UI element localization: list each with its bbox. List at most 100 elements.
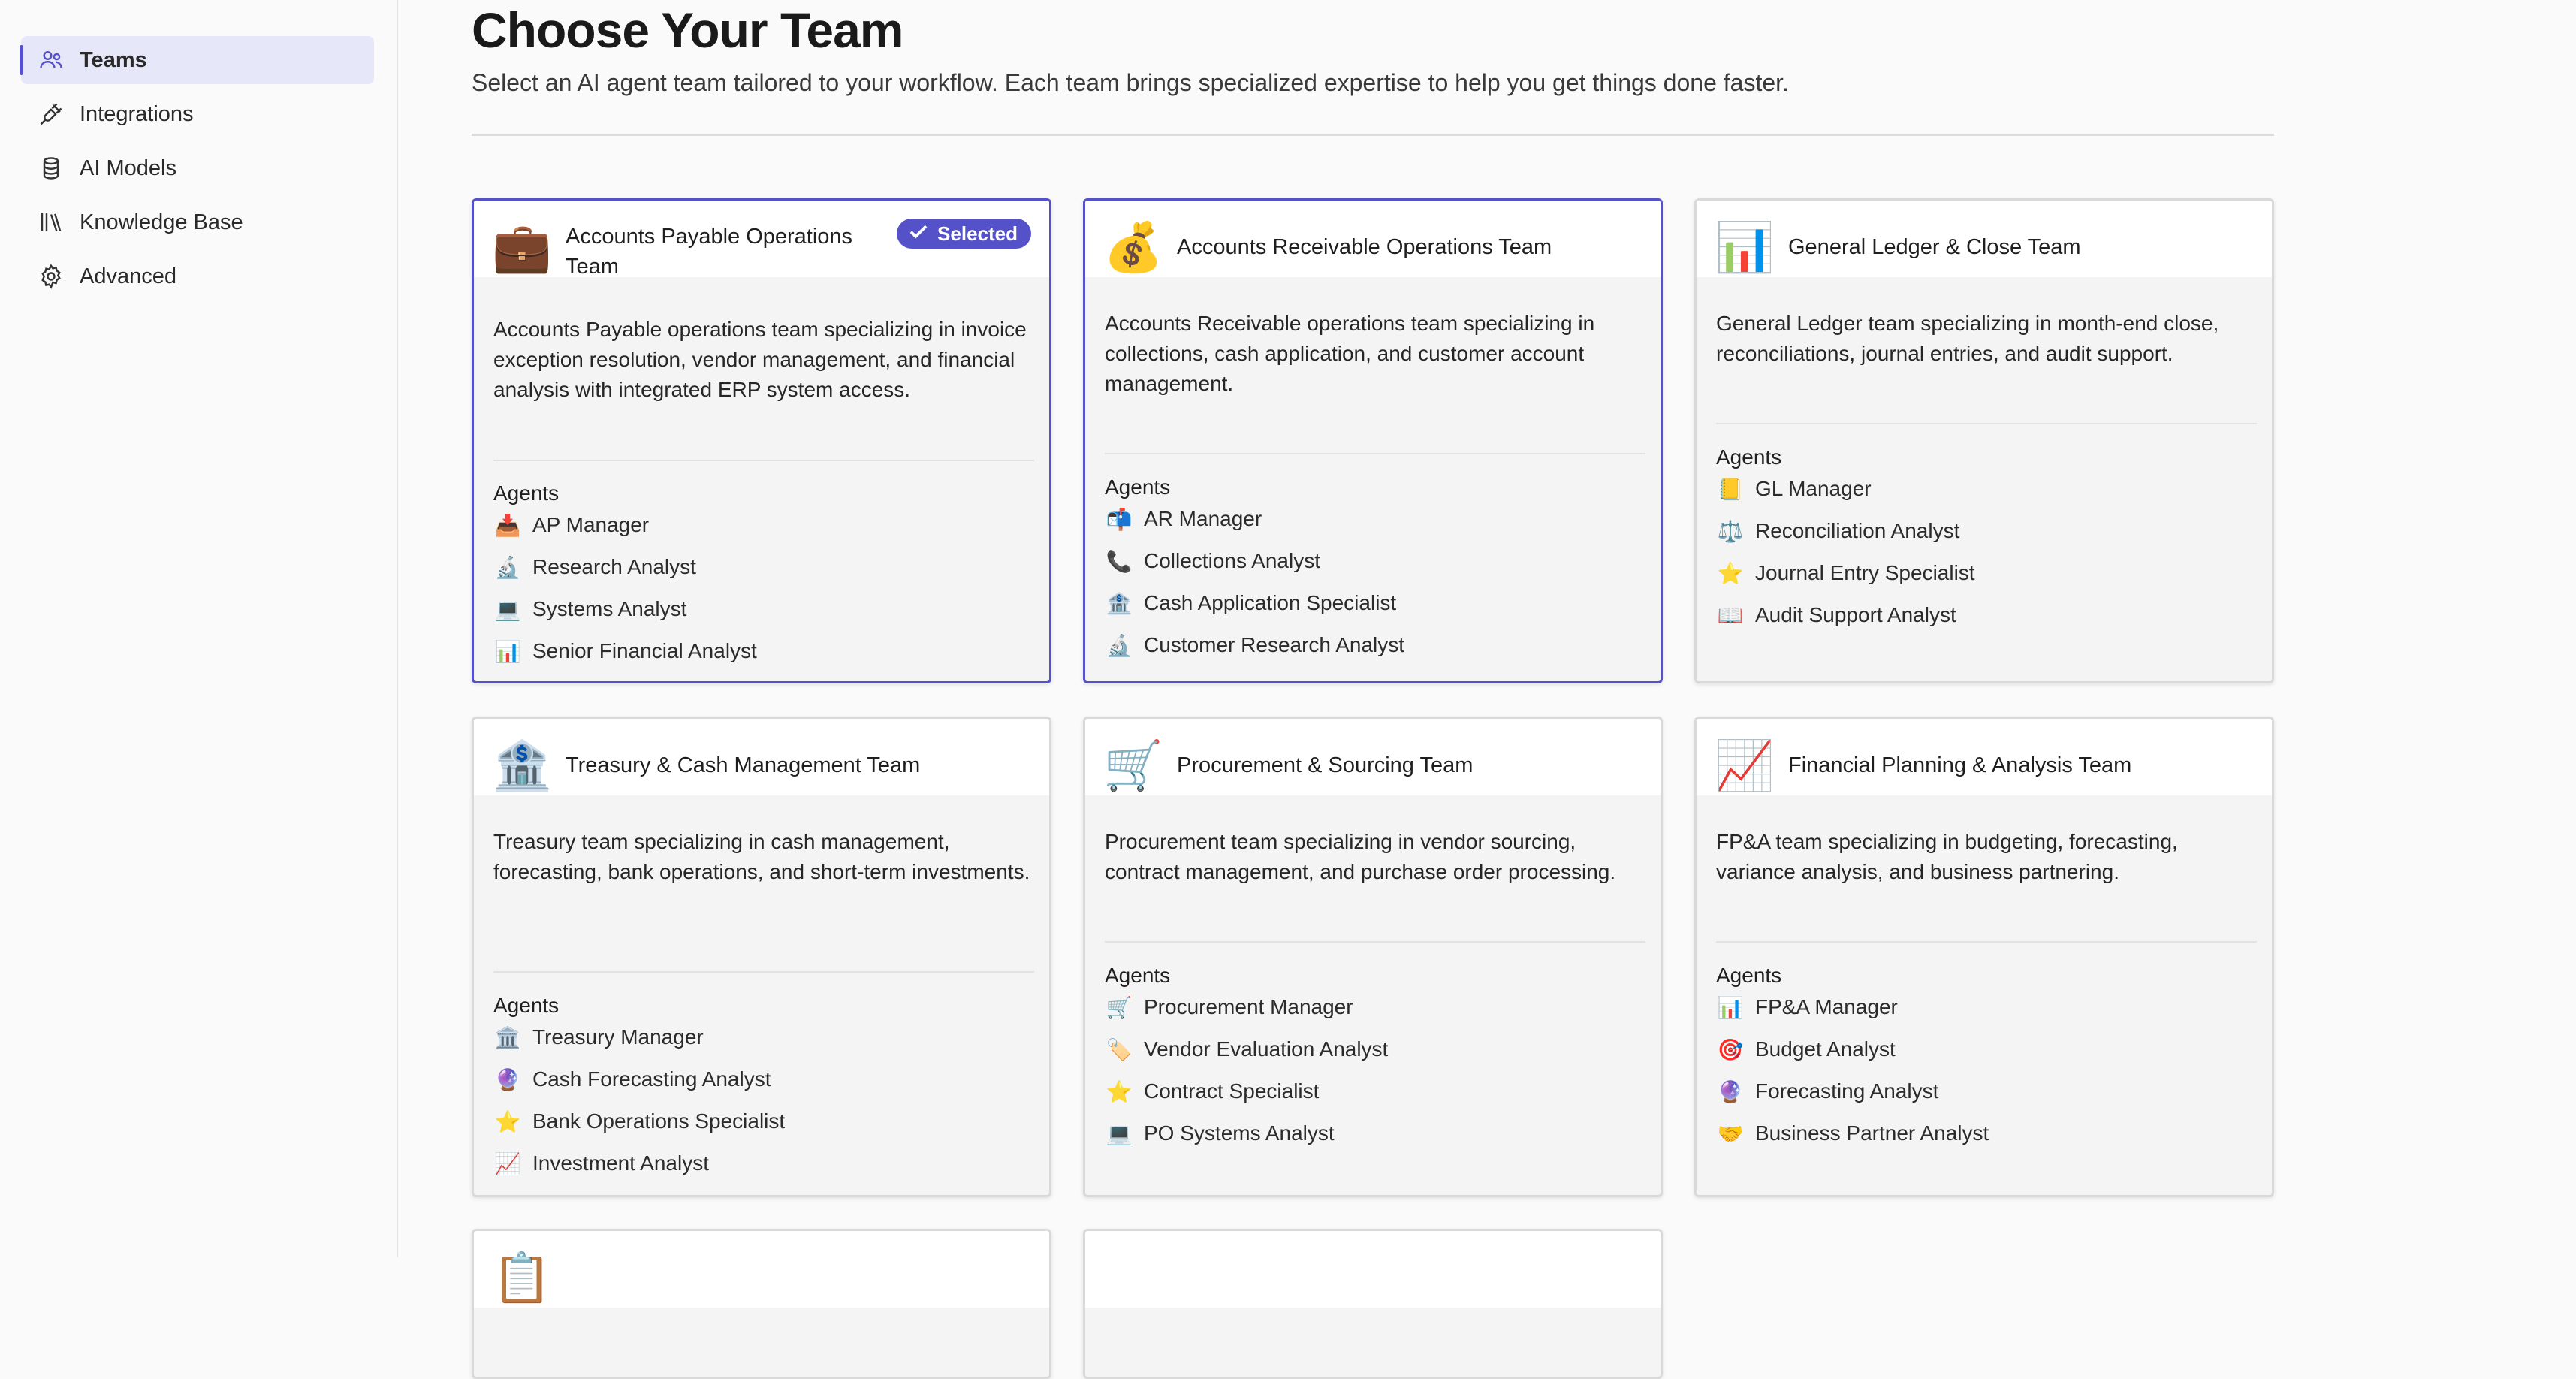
agents-heading: Agents [1105,964,1171,987]
agents-heading: Agents [1716,445,1782,469]
card-description: Treasury team specializing in cash manag… [493,830,1030,883]
handshake-icon: 🤝 [1717,1121,1744,1145]
agent-item: 🏷️ Vendor Evaluation Analyst [1105,1034,1389,1064]
inbox-tray-icon: 📥 [494,513,521,537]
agent-name: Collections Analyst [1144,549,1321,572]
classical-building-icon: 🏛️ [494,1025,521,1049]
card-description: Accounts Receivable operations team spec… [1105,312,1595,395]
team-card-accounts-payable[interactable]: 💼 Accounts Payable Operations Team Selec… [472,198,1051,683]
selected-badge: Selected [897,219,1031,249]
agent-name: Vendor Evaluation Analyst [1144,1037,1389,1061]
agent-item: 📒 GL Manager [1716,474,1872,504]
sidebar-item-label: Advanced [80,264,176,288]
sidebar-item-advanced[interactable]: Advanced [21,252,374,300]
agent-name: Journal Entry Specialist [1755,561,1975,584]
library-icon [36,207,66,237]
trend-up-icon: 📈 [1715,738,1775,792]
agent-name: Audit Support Analyst [1755,603,1956,626]
card-divider [493,460,1034,461]
agent-name: Cash Forecasting Analyst [532,1067,771,1091]
ledger-icon: 📒 [1717,477,1744,501]
page-subtitle: Select an AI agent team tailored to your… [472,69,1789,96]
sidebar-item-integrations[interactable]: Integrations [21,90,374,138]
agent-item: 📊 FP&A Manager [1716,992,1898,1022]
team-card-fpa[interactable]: 📈 Financial Planning & Analysis Team FP&… [1694,717,2274,1197]
agent-name: PO Systems Analyst [1144,1121,1335,1145]
agent-name: FP&A Manager [1755,995,1898,1018]
shopping-cart-icon: 🛒 [1106,995,1133,1019]
team-card-partial[interactable] [1083,1229,1663,1379]
agent-item: 📬 AR Manager [1105,504,1262,534]
team-card-treasury[interactable]: 🏦 Treasury & Cash Management Team Treasu… [472,717,1051,1197]
agents-heading: Agents [1716,964,1782,987]
microscope-icon: 🔬 [1106,633,1133,657]
agent-item: ⭐ Contract Specialist [1105,1076,1320,1106]
shopping-cart-icon: 🛒 [1103,738,1163,792]
agent-name: AP Manager [532,513,650,536]
bar-chart-icon: 📊 [494,639,521,663]
page-title: Choose Your Team [472,2,903,58]
agent-item: 💻 PO Systems Analyst [1105,1118,1335,1148]
bank-icon: 🏦 [492,738,552,792]
agent-name: Treasury Manager [532,1025,704,1049]
agent-item: 🏛️ Treasury Manager [493,1022,704,1052]
card-header [1085,1231,1661,1308]
sidebar-item-ai-models[interactable]: AI Models [21,144,374,192]
agent-item: 💻 Systems Analyst [493,594,687,624]
bar-chart-icon: 📊 [1715,220,1775,274]
agent-item: 📖 Audit Support Analyst [1716,600,1956,630]
card-title: Procurement & Sourcing Team [1177,753,1474,777]
team-card-general-ledger[interactable]: 📊 General Ledger & Close Team General Le… [1694,198,2274,683]
sidebar-item-label: Integrations [80,101,194,126]
sidebar-item-teams[interactable]: Teams [20,36,374,84]
agents-heading: Agents [1105,475,1171,499]
divider [472,134,2274,136]
agent-name: Business Partner Analyst [1755,1121,1989,1145]
agent-name: Contract Specialist [1144,1079,1320,1103]
money-bag-icon: 💰 [1103,220,1163,274]
agent-item: 📊 Senior Financial Analyst [493,636,757,666]
card-title: Accounts Payable Operations Team [566,225,853,279]
agent-name: Cash Application Specialist [1144,591,1397,614]
team-card-accounts-receivable[interactable]: 💰 Accounts Receivable Operations Team Ac… [1083,198,1663,683]
agent-name: Procurement Manager [1144,995,1353,1018]
crystal-ball-icon: 🔮 [494,1067,521,1091]
star-icon: ⭐ [1717,561,1744,585]
card-description: General Ledger team specializing in mont… [1716,312,2219,365]
database-icon [36,153,66,183]
agent-item: ⭐ Journal Entry Specialist [1716,558,1975,588]
card-title: Treasury & Cash Management Team [566,753,921,777]
card-description: FP&A team specializing in budgeting, for… [1716,830,2178,883]
bar-chart-icon: 📊 [1717,995,1744,1019]
agent-name: Senior Financial Analyst [532,639,757,662]
badge-label: Selected [937,222,1018,245]
sidebar: Teams Integrations AI Models Knowledge B… [0,0,398,1257]
star-icon: ⭐ [1106,1079,1133,1103]
trend-up-icon: 📈 [494,1151,521,1175]
agent-name: AR Manager [1144,507,1262,530]
target-icon: 🎯 [1717,1037,1744,1061]
agent-item: 🤝 Business Partner Analyst [1716,1118,1989,1148]
sidebar-item-knowledge-base[interactable]: Knowledge Base [21,198,374,246]
agent-item: 📞 Collections Analyst [1105,546,1320,576]
star-icon: ⭐ [494,1109,521,1133]
microscope-icon: 🔬 [494,555,521,579]
team-card-procurement[interactable]: 🛒 Procurement & Sourcing Team Procuremen… [1083,717,1663,1197]
team-card-partial[interactable]: 📋 [472,1229,1051,1379]
agents-heading: Agents [493,994,560,1017]
laptop-icon: 💻 [1106,1121,1133,1145]
briefcase-icon: 💼 [492,220,552,274]
bank-icon: 🏦 [1106,591,1133,615]
agent-item: 🔬 Customer Research Analyst [1105,630,1404,660]
agents-heading: Agents [493,481,560,505]
card-divider [1716,423,2257,424]
card-description: Procurement team specializing in vendor … [1105,830,1616,883]
sidebar-item-label: AI Models [80,155,176,180]
label-tag-icon: 🏷️ [1106,1037,1133,1061]
card-divider [1105,941,1645,943]
agent-item: 🔮 Forecasting Analyst [1716,1076,1939,1106]
main-content: Choose Your Team Select an AI agent team… [472,0,2274,1379]
card-title: General Ledger & Close Team [1788,235,2081,259]
gear-icon [36,261,66,291]
agent-item: ⚖️ Reconciliation Analyst [1716,516,1960,546]
